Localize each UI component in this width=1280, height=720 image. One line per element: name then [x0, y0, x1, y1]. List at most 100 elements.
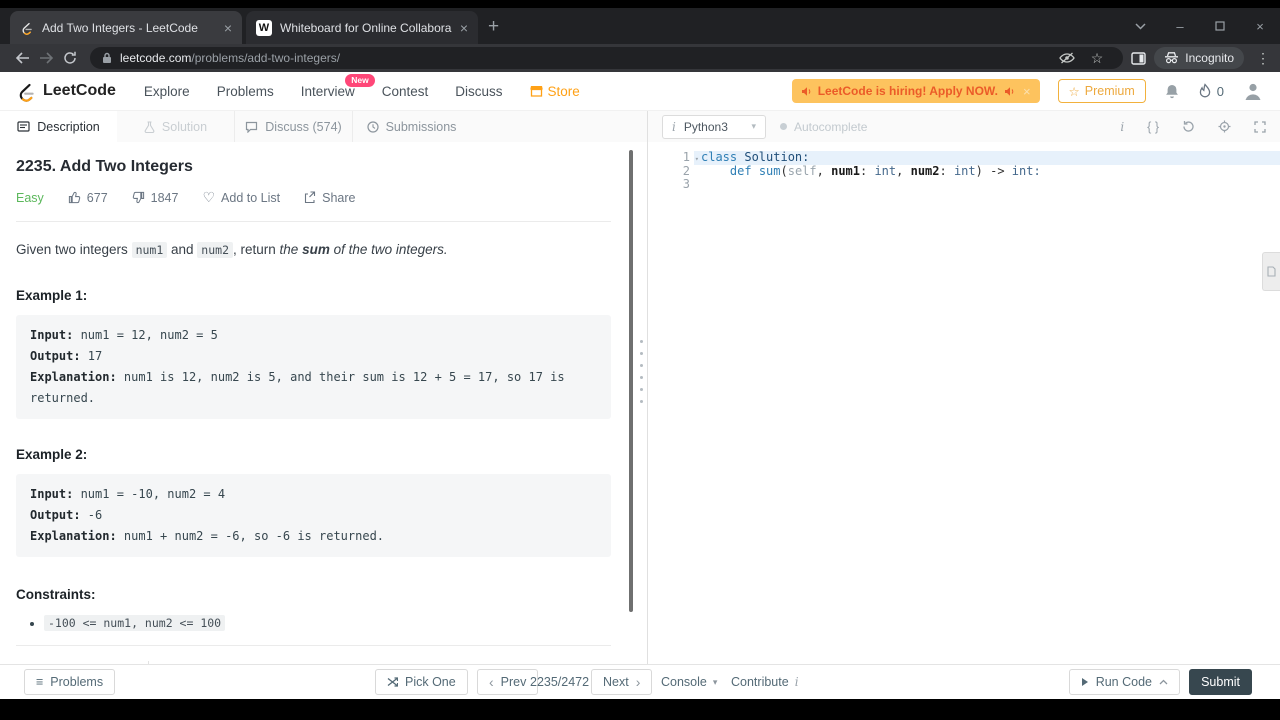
nav-problems[interactable]: Problems — [217, 84, 274, 99]
description-tabs: Description Solution Discuss (574) Submi… — [0, 111, 648, 142]
example-input: Input: num1 = -10, num2 = 4 — [30, 487, 226, 502]
contribute-link[interactable]: Contribute i — [731, 675, 799, 689]
example-explanation: Explanation: num1 + num2 = -6, so -6 is … — [30, 529, 385, 544]
language-label: Python3 — [683, 119, 728, 134]
code-area[interactable]: class Solution: def sum(self, num1: int,… — [694, 150, 1280, 192]
editor-info-icon[interactable]: i — [1120, 120, 1124, 134]
chevron-right-icon: › — [635, 674, 641, 690]
code-editor[interactable]: 1 ▾ 2 3 class Solution: def sum(self, num… — [648, 142, 1280, 192]
url-bar[interactable]: leetcode.com/problems/add-two-integers/ … — [90, 47, 1124, 69]
leetcode-logo[interactable]: LeetCode — [16, 81, 116, 102]
format-braces-icon[interactable]: { } — [1147, 120, 1159, 134]
tab-close-icon[interactable]: × — [224, 21, 232, 35]
close-window-button[interactable]: × — [1240, 8, 1280, 44]
avatar[interactable] — [1242, 80, 1264, 102]
code-editor-panel[interactable]: 1 ▾ 2 3 class Solution: def sum(self, num… — [648, 142, 1280, 664]
autocomplete-toggle[interactable]: Autocomplete — [780, 120, 867, 134]
add-to-list-button[interactable]: ♡ Add to List — [202, 189, 280, 206]
leetcode-favicon-icon — [20, 21, 34, 35]
fold-arrow-icon[interactable]: ▾ — [695, 153, 699, 167]
back-icon[interactable] — [10, 52, 34, 64]
tab-search-icon[interactable] — [1120, 8, 1160, 44]
incognito-label: Incognito — [1185, 51, 1234, 65]
browser-tab-whiteboard[interactable]: W Whiteboard for Online Collabora × — [246, 11, 478, 44]
info-icon: i — [794, 675, 799, 689]
leetcode-logo-icon — [16, 81, 37, 102]
code-line: def sum(self, num1: int, num2: int) -> i… — [729, 163, 1041, 178]
panel-resize-handle[interactable] — [640, 340, 643, 403]
incognito-badge: Incognito — [1154, 47, 1244, 69]
flask-icon — [144, 120, 155, 133]
example-heading: Example 1: — [16, 288, 88, 304]
example-input: Input: num1 = 12, num2 = 5 — [30, 328, 218, 343]
next-button[interactable]: Next › — [591, 669, 653, 695]
problem-meta: Easy 677 1847 ♡ Add to List Share — [16, 189, 611, 206]
nav-explore[interactable]: Explore — [144, 84, 190, 99]
reload-icon[interactable] — [58, 51, 82, 65]
speaker-icon — [801, 86, 812, 97]
chevron-up-icon — [1159, 679, 1168, 685]
browser-menu-icon[interactable]: ⋮ — [1256, 50, 1270, 67]
main-split: 2235. Add Two Integers Easy 677 1847 ♡ A… — [0, 142, 1280, 664]
incognito-icon — [1164, 52, 1179, 64]
streak-counter[interactable]: 0 — [1198, 82, 1224, 100]
hiring-banner-text: LeetCode is hiring! Apply NOW. — [817, 84, 998, 98]
tab-solution[interactable]: Solution — [117, 111, 235, 142]
code-line: class Solution: — [694, 150, 1280, 165]
tab-close-icon[interactable]: × — [460, 21, 468, 35]
run-code-button[interactable]: Run Code — [1068, 669, 1180, 695]
line-number: 3 — [682, 177, 690, 191]
scrollbar[interactable] — [629, 150, 633, 612]
banner-close-icon[interactable]: × — [1023, 84, 1031, 99]
share-icon — [304, 191, 316, 204]
forward-icon[interactable] — [34, 52, 58, 64]
browser-tabstrip: Add Two Integers - LeetCode × W Whiteboa… — [0, 8, 1280, 44]
reset-code-icon[interactable] — [1182, 120, 1195, 133]
language-select[interactable]: i Python3 ▾ — [662, 114, 766, 139]
discuss-bubble-icon — [245, 121, 258, 133]
line-number: 1 ▾ — [648, 150, 699, 165]
difficulty-badge: Easy — [16, 190, 44, 205]
browser-tab-title: Add Two Integers - LeetCode — [42, 20, 198, 35]
settings-gear-icon[interactable] — [1218, 120, 1231, 133]
notifications-bell-icon[interactable] — [1164, 83, 1180, 100]
tab-discuss[interactable]: Discuss (574) — [235, 111, 353, 142]
new-tab-button[interactable]: + — [488, 16, 499, 38]
like-count: 677 — [86, 190, 108, 205]
eye-off-icon[interactable] — [1058, 52, 1075, 64]
feedback-side-tab[interactable] — [1262, 252, 1280, 291]
tab-description[interactable]: Description — [0, 111, 117, 142]
nav-contest[interactable]: Contest — [382, 84, 429, 99]
console-toggle[interactable]: Console ▾ — [661, 675, 717, 689]
side-panel-icon[interactable] — [1131, 51, 1146, 65]
problems-list-button[interactable]: ≡ Problems — [24, 669, 116, 695]
maximize-button[interactable] — [1200, 8, 1240, 44]
url-path: /problems/add-two-integers/ — [191, 51, 341, 65]
chevron-left-icon: ‹ — [489, 674, 494, 690]
like-button[interactable]: 677 — [68, 191, 108, 205]
premium-star-icon: ☆ — [1068, 84, 1080, 99]
problem-panel[interactable]: 2235. Add Two Integers Easy 677 1847 ♡ A… — [0, 142, 648, 664]
speaker-icon — [1004, 86, 1015, 97]
browser-tab-leetcode[interactable]: Add Two Integers - LeetCode × — [10, 11, 242, 44]
nav-discuss[interactable]: Discuss — [455, 84, 502, 99]
problem-statement: Given two integers num1 and num2, return… — [16, 242, 448, 258]
example-explanation: Explanation: num1 is 12, num2 is 5, and … — [30, 370, 565, 406]
lock-icon — [102, 52, 112, 64]
pick-one-button[interactable]: Pick One — [375, 669, 468, 695]
tab-submissions[interactable]: Submissions — [353, 111, 470, 142]
dislike-button[interactable]: 1847 — [132, 191, 178, 205]
premium-button[interactable]: ☆ Premium — [1057, 79, 1146, 103]
nav-store[interactable]: Store — [529, 84, 580, 99]
hiring-banner[interactable]: LeetCode is hiring! Apply NOW. × — [791, 79, 1040, 103]
fullscreen-icon[interactable] — [1254, 120, 1266, 133]
bookmark-star-icon[interactable]: ☆ — [1091, 50, 1104, 67]
chevron-down-icon: ▾ — [751, 121, 756, 131]
minimize-button[interactable]: – — [1160, 8, 1200, 44]
nav-interview[interactable]: Interview New — [301, 73, 375, 99]
streak-count: 0 — [1216, 83, 1224, 99]
share-button[interactable]: Share — [304, 191, 355, 205]
example-output: Output: -6 — [30, 508, 103, 523]
submit-button[interactable]: Submit — [1189, 669, 1252, 695]
